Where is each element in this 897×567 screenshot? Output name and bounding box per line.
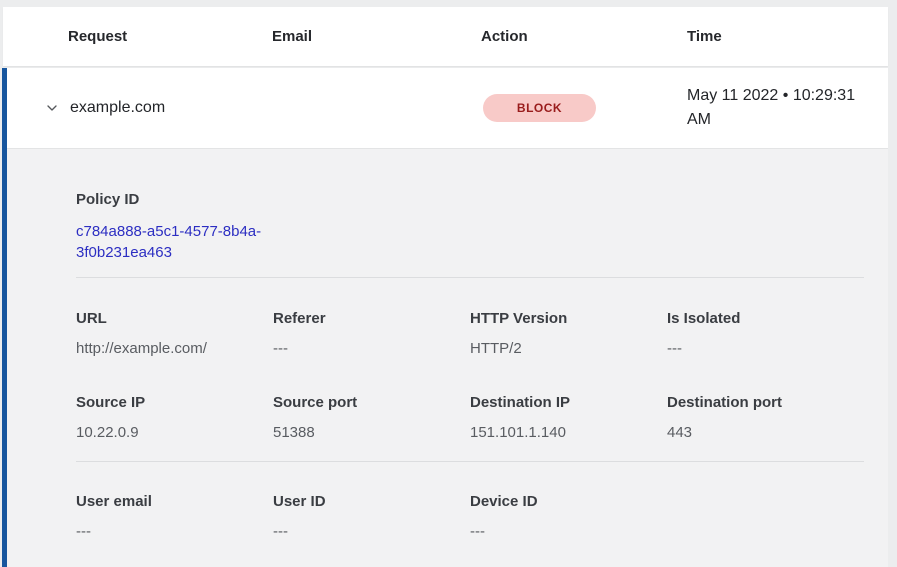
field-label: Source port	[273, 394, 470, 411]
field-label: User ID	[273, 493, 470, 510]
collapse-row-button[interactable]	[42, 98, 62, 118]
field-label: User email	[76, 493, 273, 510]
field-value: 443	[667, 424, 864, 441]
field-value: ---	[667, 340, 864, 357]
field-value: 10.22.0.9	[76, 424, 273, 441]
column-header-action: Action	[481, 28, 687, 45]
policy-id-label: Policy ID	[76, 191, 864, 208]
policy-id-section: Policy ID c784a888-a5c1-4577-8b4a-3f0b23…	[76, 191, 864, 263]
field-value: ---	[76, 523, 273, 540]
field-source-port: Source port 51388	[273, 394, 470, 441]
field-label: Source IP	[76, 394, 273, 411]
field-label: URL	[76, 310, 273, 327]
policy-id-link[interactable]: c784a888-a5c1-4577-8b4a-3f0b231ea463	[76, 221, 281, 263]
field-user-email: User email ---	[76, 493, 273, 540]
field-label: Is Isolated	[667, 310, 864, 327]
column-header-email: Email	[272, 28, 481, 45]
details-row-user: User email --- User ID --- Device ID ---	[76, 493, 864, 540]
field-value: ---	[470, 523, 667, 540]
field-value: HTTP/2	[470, 340, 667, 357]
field-destination-ip: Destination IP 151.101.1.140	[470, 394, 667, 441]
section-divider	[76, 461, 864, 462]
section-divider	[76, 277, 864, 278]
column-header-request: Request	[68, 28, 272, 45]
log-row-summary[interactable]: example.com BLOCK May 11 2022 • 10:29:31…	[7, 68, 888, 148]
field-value: 51388	[273, 424, 470, 441]
field-label: Device ID	[470, 493, 667, 510]
field-source-ip: Source IP 10.22.0.9	[76, 394, 273, 441]
details-row-network: Source IP 10.22.0.9 Source port 51388 De…	[76, 394, 864, 441]
field-http-version: HTTP Version HTTP/2	[470, 310, 667, 357]
chevron-down-icon	[44, 100, 60, 116]
request-time: May 11 2022 • 10:29:31 AM	[687, 84, 865, 132]
field-label: Referer	[273, 310, 470, 327]
field-destination-port: Destination port 443	[667, 394, 864, 441]
field-value: 151.101.1.140	[470, 424, 667, 441]
field-device-id: Device ID ---	[470, 493, 667, 540]
column-header-time: Time	[687, 28, 888, 45]
field-value: ---	[273, 523, 470, 540]
action-block-badge: BLOCK	[483, 94, 596, 122]
field-referer: Referer ---	[273, 310, 470, 357]
details-row-http: URL http://example.com/ Referer --- HTTP…	[76, 310, 864, 357]
field-label: Destination IP	[470, 394, 667, 411]
log-row-expanded: example.com BLOCK May 11 2022 • 10:29:31…	[2, 68, 888, 567]
log-table-header: Request Email Action Time	[3, 7, 888, 66]
field-url: URL http://example.com/	[76, 310, 273, 357]
field-label: Destination port	[667, 394, 864, 411]
action-cell: BLOCK	[476, 94, 687, 122]
field-value: http://example.com/	[76, 340, 273, 357]
field-value: ---	[273, 340, 470, 357]
field-label: HTTP Version	[470, 310, 667, 327]
row-details-panel: Policy ID c784a888-a5c1-4577-8b4a-3f0b23…	[7, 148, 888, 567]
field-user-id: User ID ---	[273, 493, 470, 540]
field-is-isolated: Is Isolated ---	[667, 310, 864, 357]
request-domain: example.com	[70, 99, 265, 117]
